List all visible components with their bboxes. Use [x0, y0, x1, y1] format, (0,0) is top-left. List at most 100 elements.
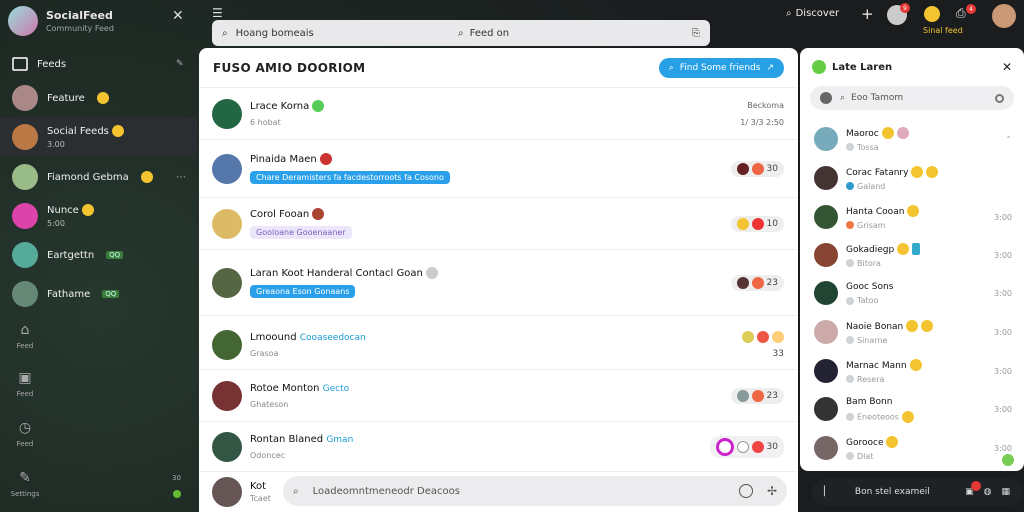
- row-name: Corol Fooan: [250, 209, 310, 220]
- chat-icon[interactable]: ▣: [965, 481, 982, 497]
- panel-search[interactable]: ⌕ Eoo Tamom: [810, 86, 1014, 110]
- person-status: Galand: [857, 181, 886, 191]
- list-item[interactable]: Hanta Cooan Grisam 3:00: [800, 198, 1024, 236]
- avatar: [212, 98, 242, 129]
- edit-icon[interactable]: ✎: [176, 59, 184, 69]
- discover-label: Discover: [795, 8, 840, 19]
- message-bubble: Greaona Eson Gonaans: [250, 285, 356, 298]
- list-item[interactable]: Corac Fatanry Galand: [800, 158, 1024, 198]
- sidebar-item-eartgettn[interactable]: Eartgettn QQ: [0, 235, 197, 275]
- avatar: [212, 208, 242, 239]
- sidebar-item-nunce[interactable]: Nunce 5:00: [0, 196, 197, 236]
- search-input[interactable]: Hoang bomeais: [236, 28, 458, 39]
- sidebar-nav-feed-3[interactable]: ◷ Feed: [10, 420, 40, 448]
- emoji-icon: [319, 153, 332, 165]
- avatar: [212, 431, 242, 462]
- list-item[interactable]: Marnac Mann Resera 3:00: [800, 352, 1024, 390]
- feed-row[interactable]: Pinaida Maen Chare Deramisters fa facdes…: [199, 140, 798, 198]
- list-item[interactable]: Naoie Bonan Sinarne 3:00: [800, 312, 1024, 352]
- toggle-icon[interactable]: [995, 93, 1004, 103]
- row-link[interactable]: Cooaseedocan: [300, 333, 366, 343]
- reaction-icon: [751, 162, 764, 175]
- emoji-icon: [96, 92, 109, 104]
- discover-button[interactable]: ⌕ Discover: [786, 8, 839, 19]
- sidebar-item-feature[interactable]: Feature: [0, 78, 197, 118]
- note-icon: ✎: [19, 470, 31, 486]
- sidebar-nav-settings[interactable]: ✎ Settings: [10, 470, 40, 498]
- compose-bar[interactable]: ⌕ Loadeomntmeneodr Deacoos ✢: [283, 476, 787, 506]
- more-icon[interactable]: ⌃: [1005, 135, 1012, 144]
- feed-row[interactable]: Lrace Korna 6 hobat Beckoma 1/ 3/3 2:50: [199, 88, 798, 140]
- search-icon-2: ⌕: [458, 27, 464, 39]
- list-item[interactable]: Bam Bonn Eneoteoos 3:00: [800, 390, 1024, 428]
- emoji-icon-2: [896, 126, 909, 139]
- grid-icon[interactable]: ▦: [1001, 487, 1010, 497]
- user-label: Sinal feed: [923, 26, 963, 35]
- app-avatar[interactable]: [8, 6, 38, 36]
- reaction-count[interactable]: 10: [730, 215, 784, 232]
- attach-icon[interactable]: ✢: [767, 484, 777, 498]
- feed-row[interactable]: Rotoe Monton Gecto Ghateson 23: [199, 370, 798, 422]
- user-avatar[interactable]: [992, 4, 1016, 28]
- sidebar-nav-feed-2[interactable]: ▣ Feed: [10, 370, 40, 398]
- feed-row[interactable]: Laran Koot Handeral Contacl Goan Greaona…: [199, 250, 798, 316]
- person-name: Gokadiegp: [846, 244, 895, 255]
- sidebar-item-fathame[interactable]: Fathame QQ: [0, 274, 197, 314]
- reaction-count[interactable]: 30: [709, 435, 784, 458]
- id-icon[interactable]: ⎙: [956, 6, 966, 21]
- find-friends-button[interactable]: ⌕ Find Some friends ↗: [658, 57, 784, 78]
- list-item[interactable]: Gokadiegp Bitora 3:00: [800, 236, 1024, 274]
- status-dot: [846, 143, 854, 151]
- menu-icon[interactable]: ☰: [212, 6, 223, 20]
- add-icon[interactable]: +: [861, 5, 874, 23]
- reaction-count[interactable]: 23: [730, 387, 784, 404]
- sidebar-count: 30: [172, 474, 181, 482]
- feed-row[interactable]: Lmoound Cooaseedocan Grasoa 33: [199, 320, 798, 370]
- emoji-icon: [886, 435, 899, 448]
- message-icon[interactable]: ◍: [984, 487, 992, 497]
- emoji-icon: [312, 100, 325, 112]
- row-name: Kot: [250, 481, 267, 492]
- close-icon[interactable]: ✕: [1002, 60, 1012, 74]
- sidebar-item-fiamond[interactable]: Fiamond Gebma ⋯: [0, 157, 197, 197]
- profile-emoji[interactable]: [924, 6, 940, 22]
- emoji-icon: [909, 358, 922, 371]
- emoji-icon: [736, 217, 749, 230]
- sidebar-item-label: Feature: [47, 92, 85, 104]
- nav-label: Feed: [16, 342, 34, 350]
- list-item[interactable]: Gorooce Dlat 3:00: [800, 428, 1024, 468]
- bottom-bar[interactable]: ▏ Bon stel exameil ▣ ◍ ▦: [812, 478, 1022, 506]
- person-status: Tossa: [857, 142, 879, 152]
- status-badge: QQ: [106, 251, 124, 259]
- compose-input[interactable]: Loadeomntmeneodr Deacoos: [313, 486, 739, 497]
- reaction-icon: [751, 276, 764, 289]
- emoji-picker-icon[interactable]: [738, 484, 753, 498]
- avatar: [814, 127, 838, 151]
- filter-icon[interactable]: ⎘: [692, 28, 700, 39]
- reaction-count[interactable]: 23: [730, 274, 784, 291]
- sidebar-nav-feed[interactable]: ⌂ Feed: [10, 322, 40, 350]
- sidebar-item-sub: 3.00: [47, 140, 65, 149]
- avatar: [212, 153, 242, 184]
- panel-search-input[interactable]: Eoo Tamom: [851, 93, 995, 103]
- search-bar[interactable]: ⌕ Hoang bomeais ⌕ Feed on ⎘: [212, 20, 710, 46]
- row-sub: Odoncec: [250, 450, 286, 460]
- row-link[interactable]: Gecto: [323, 384, 350, 394]
- sidebar-item-social-feeds[interactable]: Social Feeds 3.00: [0, 117, 197, 157]
- search-icon: ⌕: [668, 62, 674, 73]
- list-item[interactable]: Gooc Sons Tatoo 3:00: [800, 274, 1024, 312]
- emoji-icon: [312, 208, 325, 220]
- panel-title: Late Laren: [832, 61, 893, 73]
- feed-row[interactable]: Corol Fooan Gooloane Gooenaaner 10: [199, 198, 798, 250]
- message-bubble: Gooloane Gooenaaner: [250, 226, 352, 239]
- more-icon[interactable]: ⋯: [176, 172, 186, 183]
- avatar-mini: [736, 162, 749, 175]
- avatar: [12, 281, 38, 307]
- close-icon[interactable]: ✕: [172, 8, 184, 24]
- search-mid-label: Feed on: [469, 27, 510, 39]
- avatar: [814, 397, 838, 421]
- row-link[interactable]: Gman: [326, 435, 353, 445]
- reaction-count[interactable]: 30: [730, 160, 784, 177]
- list-item[interactable]: Maoroc Tossa ⌃: [800, 120, 1024, 158]
- feed-row[interactable]: Rontan Blaned Gman Odoncec 30: [199, 422, 798, 472]
